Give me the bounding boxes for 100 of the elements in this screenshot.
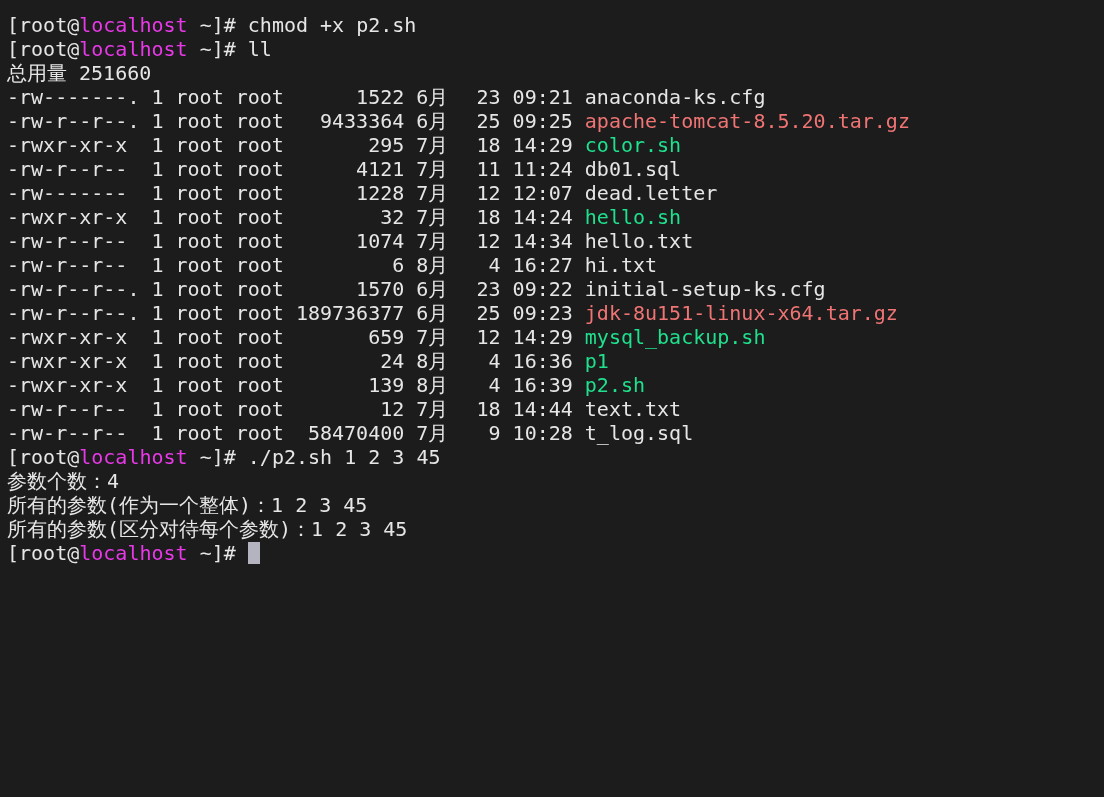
permissions-text: -rw-r--r-- bbox=[7, 157, 129, 181]
hostname-text: localhost bbox=[79, 37, 188, 61]
output-text: 参数个数：4 bbox=[7, 469, 120, 493]
file-size: 32 bbox=[379, 205, 405, 229]
file-size: 1228 bbox=[355, 181, 405, 205]
hostname-text: localhost bbox=[79, 445, 188, 469]
month-text: 7月 bbox=[416, 205, 450, 229]
file-name: text.txt bbox=[584, 397, 682, 421]
file-name: db01.sql bbox=[584, 157, 682, 181]
time-text: 16:39 bbox=[512, 373, 573, 397]
owner-text: root bbox=[175, 349, 224, 373]
file-name: initial-setup-ks.cfg bbox=[584, 277, 826, 301]
permissions-text: -rw-r--r-- bbox=[7, 421, 129, 445]
group-text: root bbox=[235, 301, 284, 325]
permissions-text: -rwxr-xr-x bbox=[7, 373, 129, 397]
file-size: 1522 bbox=[355, 85, 405, 109]
day-text: 12 bbox=[476, 181, 501, 205]
permissions-text: -rw------- bbox=[7, 181, 129, 205]
month-text: 7月 bbox=[416, 421, 450, 445]
file-size: 58470400 bbox=[306, 421, 405, 445]
day-text: 4 bbox=[487, 349, 501, 373]
permissions-text: -rwxr-xr-x bbox=[7, 133, 129, 157]
time-text: 14:29 bbox=[512, 325, 573, 349]
link-count: 1 bbox=[151, 229, 164, 253]
prompt-text: [root@ bbox=[7, 541, 80, 565]
month-text: 7月 bbox=[416, 397, 450, 421]
permissions-text: -rwxr-xr-x bbox=[7, 205, 129, 229]
output-text: 所有的参数(作为一个整体)：1 2 3 45 bbox=[7, 493, 368, 517]
output-text: 总用量 251660 bbox=[7, 61, 152, 85]
day-text: 4 bbox=[487, 373, 501, 397]
file-name: jdk-8u151-linux-x64.tar.gz bbox=[584, 301, 898, 325]
permissions-text: -rwxr-xr-x bbox=[7, 325, 129, 349]
group-text: root bbox=[235, 133, 284, 157]
link-count: 1 bbox=[151, 301, 164, 325]
time-text: 14:44 bbox=[512, 397, 573, 421]
time-text: 09:25 bbox=[512, 109, 573, 133]
file-size: 295 bbox=[367, 133, 405, 157]
command-text: ./p2.sh 1 2 3 45 bbox=[247, 445, 441, 469]
month-text: 6月 bbox=[416, 301, 450, 325]
day-text: 25 bbox=[476, 301, 501, 325]
month-text: 7月 bbox=[416, 325, 450, 349]
prompt-text: ~]# bbox=[198, 445, 236, 469]
group-text: root bbox=[235, 421, 284, 445]
file-size: 12 bbox=[379, 397, 405, 421]
owner-text: root bbox=[175, 181, 224, 205]
time-text: 09:21 bbox=[512, 85, 573, 109]
group-text: root bbox=[235, 373, 284, 397]
file-name: hello.txt bbox=[584, 229, 694, 253]
prompt-text: [root@ bbox=[7, 37, 80, 61]
link-count: 1 bbox=[151, 253, 164, 277]
prompt-text: ~]# bbox=[198, 541, 236, 565]
file-size: 139 bbox=[367, 373, 405, 397]
day-text: 4 bbox=[487, 253, 501, 277]
permissions-text: -rw-r--r-- bbox=[7, 253, 129, 277]
link-count: 1 bbox=[151, 373, 164, 397]
month-text: 6月 bbox=[416, 85, 450, 109]
file-size: 4121 bbox=[355, 157, 405, 181]
file-size: 9433364 bbox=[318, 109, 405, 133]
file-name: dead.letter bbox=[584, 181, 718, 205]
day-text: 12 bbox=[476, 325, 501, 349]
prompt-text: [root@ bbox=[7, 13, 80, 37]
owner-text: root bbox=[175, 397, 224, 421]
link-count: 1 bbox=[151, 277, 164, 301]
group-text: root bbox=[235, 325, 284, 349]
month-text: 8月 bbox=[416, 349, 450, 373]
day-text: 9 bbox=[487, 421, 501, 445]
file-name: apache-tomcat-8.5.20.tar.gz bbox=[584, 109, 910, 133]
day-text: 18 bbox=[476, 133, 501, 157]
group-text: root bbox=[235, 157, 284, 181]
prompt-text: ~]# bbox=[198, 13, 236, 37]
file-name: hi.txt bbox=[584, 253, 658, 277]
file-size: 24 bbox=[379, 349, 405, 373]
hostname-text: localhost bbox=[79, 541, 188, 565]
time-text: 16:27 bbox=[512, 253, 573, 277]
link-count: 1 bbox=[151, 205, 164, 229]
file-size: 6 bbox=[391, 253, 405, 277]
owner-text: root bbox=[175, 325, 224, 349]
owner-text: root bbox=[175, 205, 224, 229]
group-text: root bbox=[235, 397, 284, 421]
day-text: 18 bbox=[476, 397, 501, 421]
owner-text: root bbox=[175, 253, 224, 277]
file-size: 1570 bbox=[355, 277, 405, 301]
group-text: root bbox=[235, 253, 284, 277]
group-text: root bbox=[235, 205, 284, 229]
day-text: 25 bbox=[476, 109, 501, 133]
file-name: p1 bbox=[584, 349, 609, 373]
month-text: 7月 bbox=[416, 181, 450, 205]
command-text: chmod +x p2.sh bbox=[247, 13, 417, 37]
owner-text: root bbox=[175, 109, 224, 133]
owner-text: root bbox=[175, 301, 224, 325]
owner-text: root bbox=[175, 229, 224, 253]
time-text: 12:07 bbox=[512, 181, 573, 205]
file-size: 1074 bbox=[355, 229, 405, 253]
link-count: 1 bbox=[151, 421, 164, 445]
time-text: 11:24 bbox=[512, 157, 573, 181]
time-text: 14:24 bbox=[512, 205, 573, 229]
month-text: 7月 bbox=[416, 133, 450, 157]
group-text: root bbox=[235, 181, 284, 205]
file-name: color.sh bbox=[584, 133, 682, 157]
month-text: 8月 bbox=[416, 373, 450, 397]
